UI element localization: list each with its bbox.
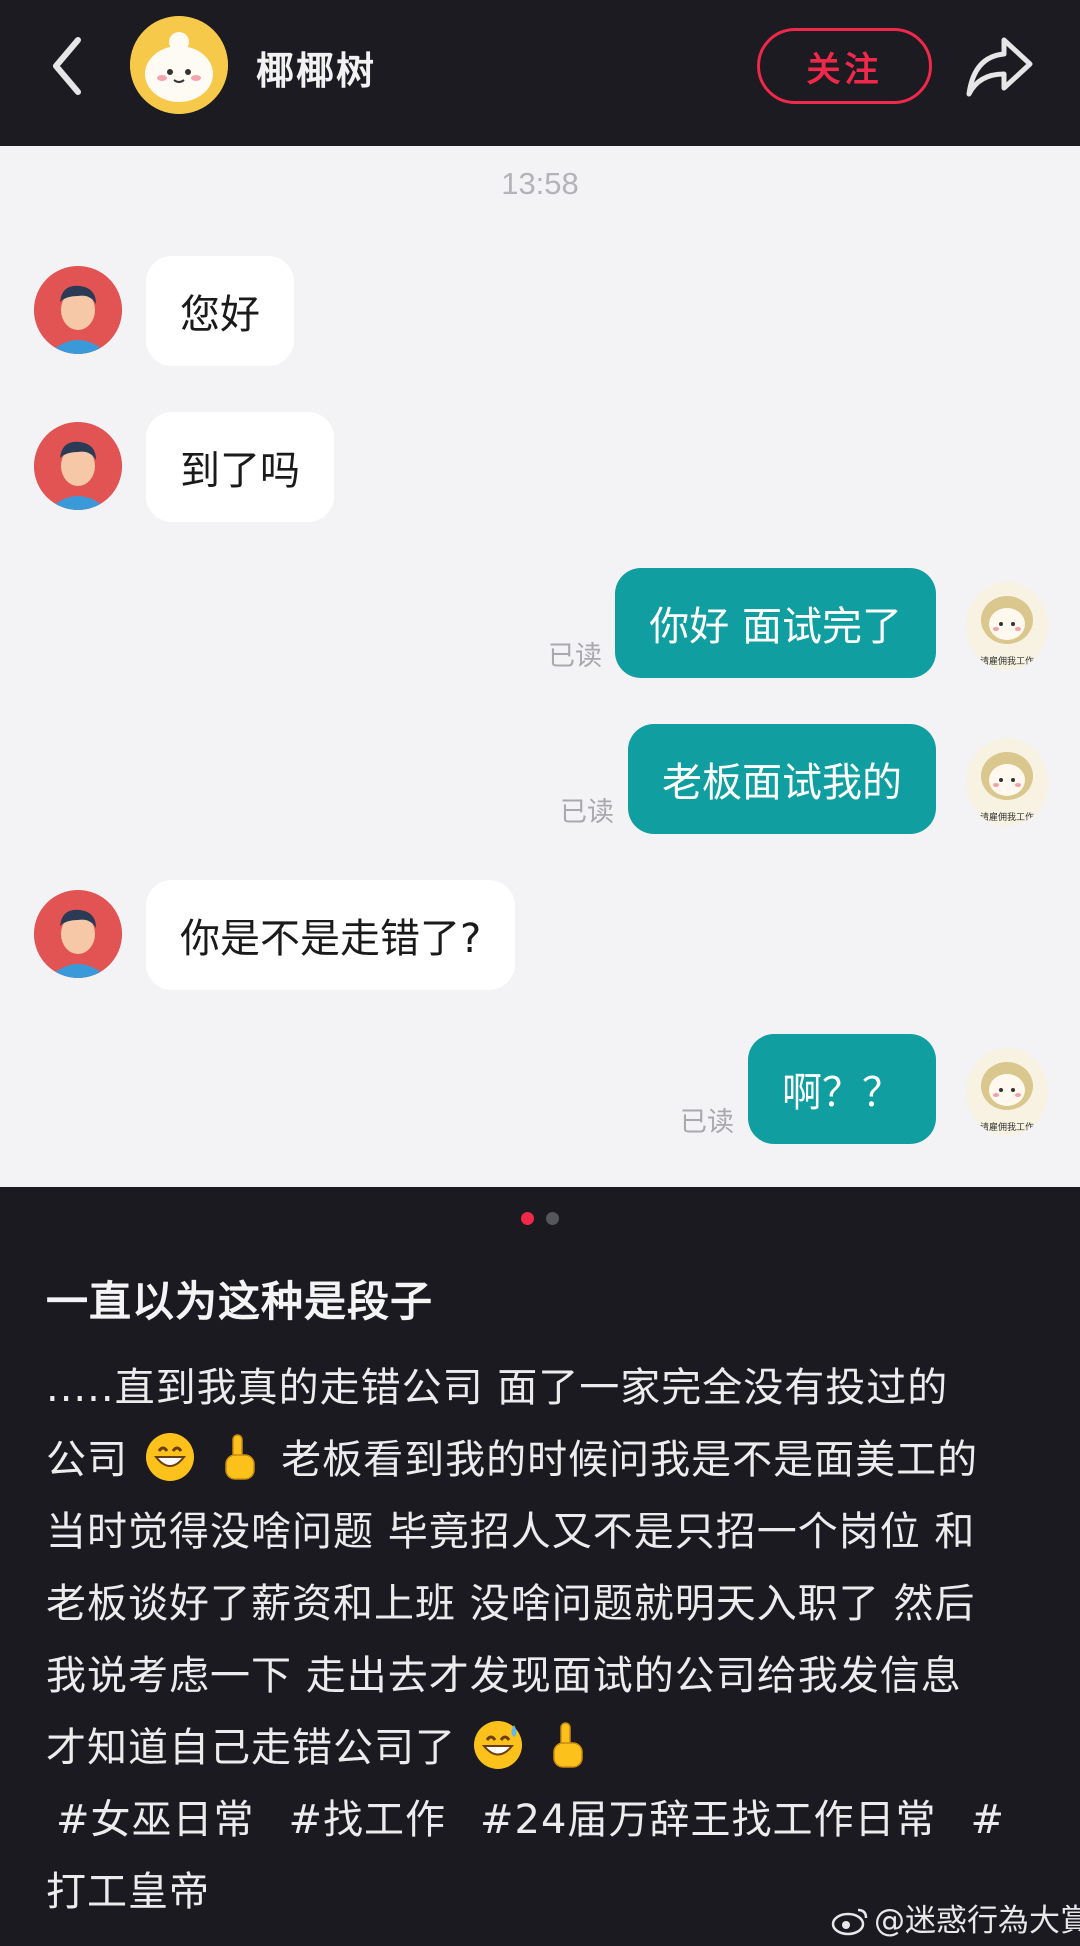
message-bubble[interactable]: 老板面试我的 bbox=[628, 724, 936, 834]
sender-avatar[interactable] bbox=[34, 422, 122, 510]
contact-name: 椰椰树 bbox=[256, 49, 377, 93]
contact-avatar[interactable] bbox=[130, 16, 228, 114]
post-line-text: 老板看到我的时候问我是不是面美工的 bbox=[281, 1437, 979, 1483]
post-line: 老板谈好了薪资和上班 没啥问题就明天入职了 然后 bbox=[46, 1581, 976, 1627]
follow-button[interactable]: 关注 bbox=[757, 28, 932, 104]
pointing-up-emoji-icon bbox=[553, 1722, 584, 1768]
share-button[interactable] bbox=[964, 32, 1036, 100]
page-dot-active[interactable] bbox=[521, 1212, 534, 1225]
sender-avatar[interactable] bbox=[34, 890, 122, 978]
grinning-sweat-emoji-icon bbox=[473, 1721, 522, 1769]
hashtag-link[interactable]: # bbox=[970, 1797, 1005, 1843]
message-bubble[interactable]: 你是不是走错了? bbox=[146, 880, 516, 990]
hashtag-link[interactable]: #24届万辞王找工作日常 bbox=[480, 1797, 936, 1843]
message-bubble[interactable]: 您好 bbox=[146, 256, 294, 366]
image-pagination bbox=[0, 1212, 1080, 1225]
svg-text:请雇佣我工作: 请雇佣我工作 bbox=[980, 811, 1034, 823]
post-line: .....直到我真的走错公司 面了一家完全没有投过的 bbox=[46, 1365, 949, 1411]
svg-text:请雇佣我工作: 请雇佣我工作 bbox=[980, 1121, 1034, 1133]
back-button[interactable] bbox=[42, 28, 92, 104]
message-bubble[interactable]: 啊？？ bbox=[748, 1034, 936, 1144]
hashtag-link[interactable]: #女巫日常 bbox=[56, 1797, 255, 1843]
post-line-text: 公司 bbox=[46, 1437, 128, 1483]
post-line: 公司 老板看到我的时候问我是不是面美工的 bbox=[46, 1424, 1046, 1496]
watermark-text: @迷惑行為大賞 bbox=[874, 1903, 1080, 1939]
pointing-up-emoji-icon bbox=[225, 1434, 256, 1480]
hashtag-link[interactable]: 打工皇帝 bbox=[46, 1869, 210, 1915]
self-avatar[interactable]: 请雇佣我工作 bbox=[966, 582, 1048, 670]
sender-avatar[interactable] bbox=[34, 266, 122, 354]
read-status: 已读 bbox=[548, 641, 602, 672]
post-line-text: 才知道自己走错公司了 bbox=[46, 1725, 456, 1771]
read-status: 已读 bbox=[560, 797, 614, 828]
page-dot[interactable] bbox=[546, 1212, 559, 1225]
watermark: @迷惑行為大賞 bbox=[830, 1895, 1080, 1940]
self-avatar[interactable]: 请雇佣我工作 bbox=[966, 738, 1048, 826]
chat-area: 13:58 您好 到了吗 已读 你好 面试完了 请雇佣我工作 已读 老板面试我的… bbox=[0, 146, 1080, 1187]
self-avatar[interactable]: 请雇佣我工作 bbox=[966, 1048, 1048, 1136]
post-line: 我说考虑一下 走出去才发现面试的公司给我发信息 bbox=[46, 1653, 962, 1699]
weibo-logo-icon bbox=[831, 1908, 868, 1936]
svg-text:请雇佣我工作: 请雇佣我工作 bbox=[980, 655, 1034, 667]
share-arrow-icon bbox=[966, 37, 1033, 97]
message-bubble[interactable]: 到了吗 bbox=[146, 412, 334, 522]
read-status: 已读 bbox=[680, 1107, 734, 1138]
message-bubble[interactable]: 你好 面试完了 bbox=[615, 568, 936, 678]
hashtag-link[interactable]: #找工作 bbox=[289, 1797, 447, 1843]
post-body: .....直到我真的走错公司 面了一家完全没有投过的 公司 老板看到我的时候问我… bbox=[46, 1352, 1046, 1928]
post-title: 一直以为这种是段子 bbox=[46, 1277, 434, 1326]
post-line: 当时觉得没啥问题 毕竟招人又不是只招一个岗位 和 bbox=[46, 1509, 976, 1555]
chat-header: 椰椰树 关注 bbox=[0, 0, 1080, 146]
chevron-left-icon bbox=[53, 37, 81, 95]
post-line: 才知道自己走错公司了 bbox=[46, 1712, 1046, 1784]
chat-timestamp: 13:58 bbox=[501, 166, 579, 201]
post-tags: #女巫日常 #找工作 #24届万辞王找工作日常 # bbox=[46, 1784, 1046, 1856]
grinning-face-emoji-icon bbox=[145, 1433, 194, 1481]
